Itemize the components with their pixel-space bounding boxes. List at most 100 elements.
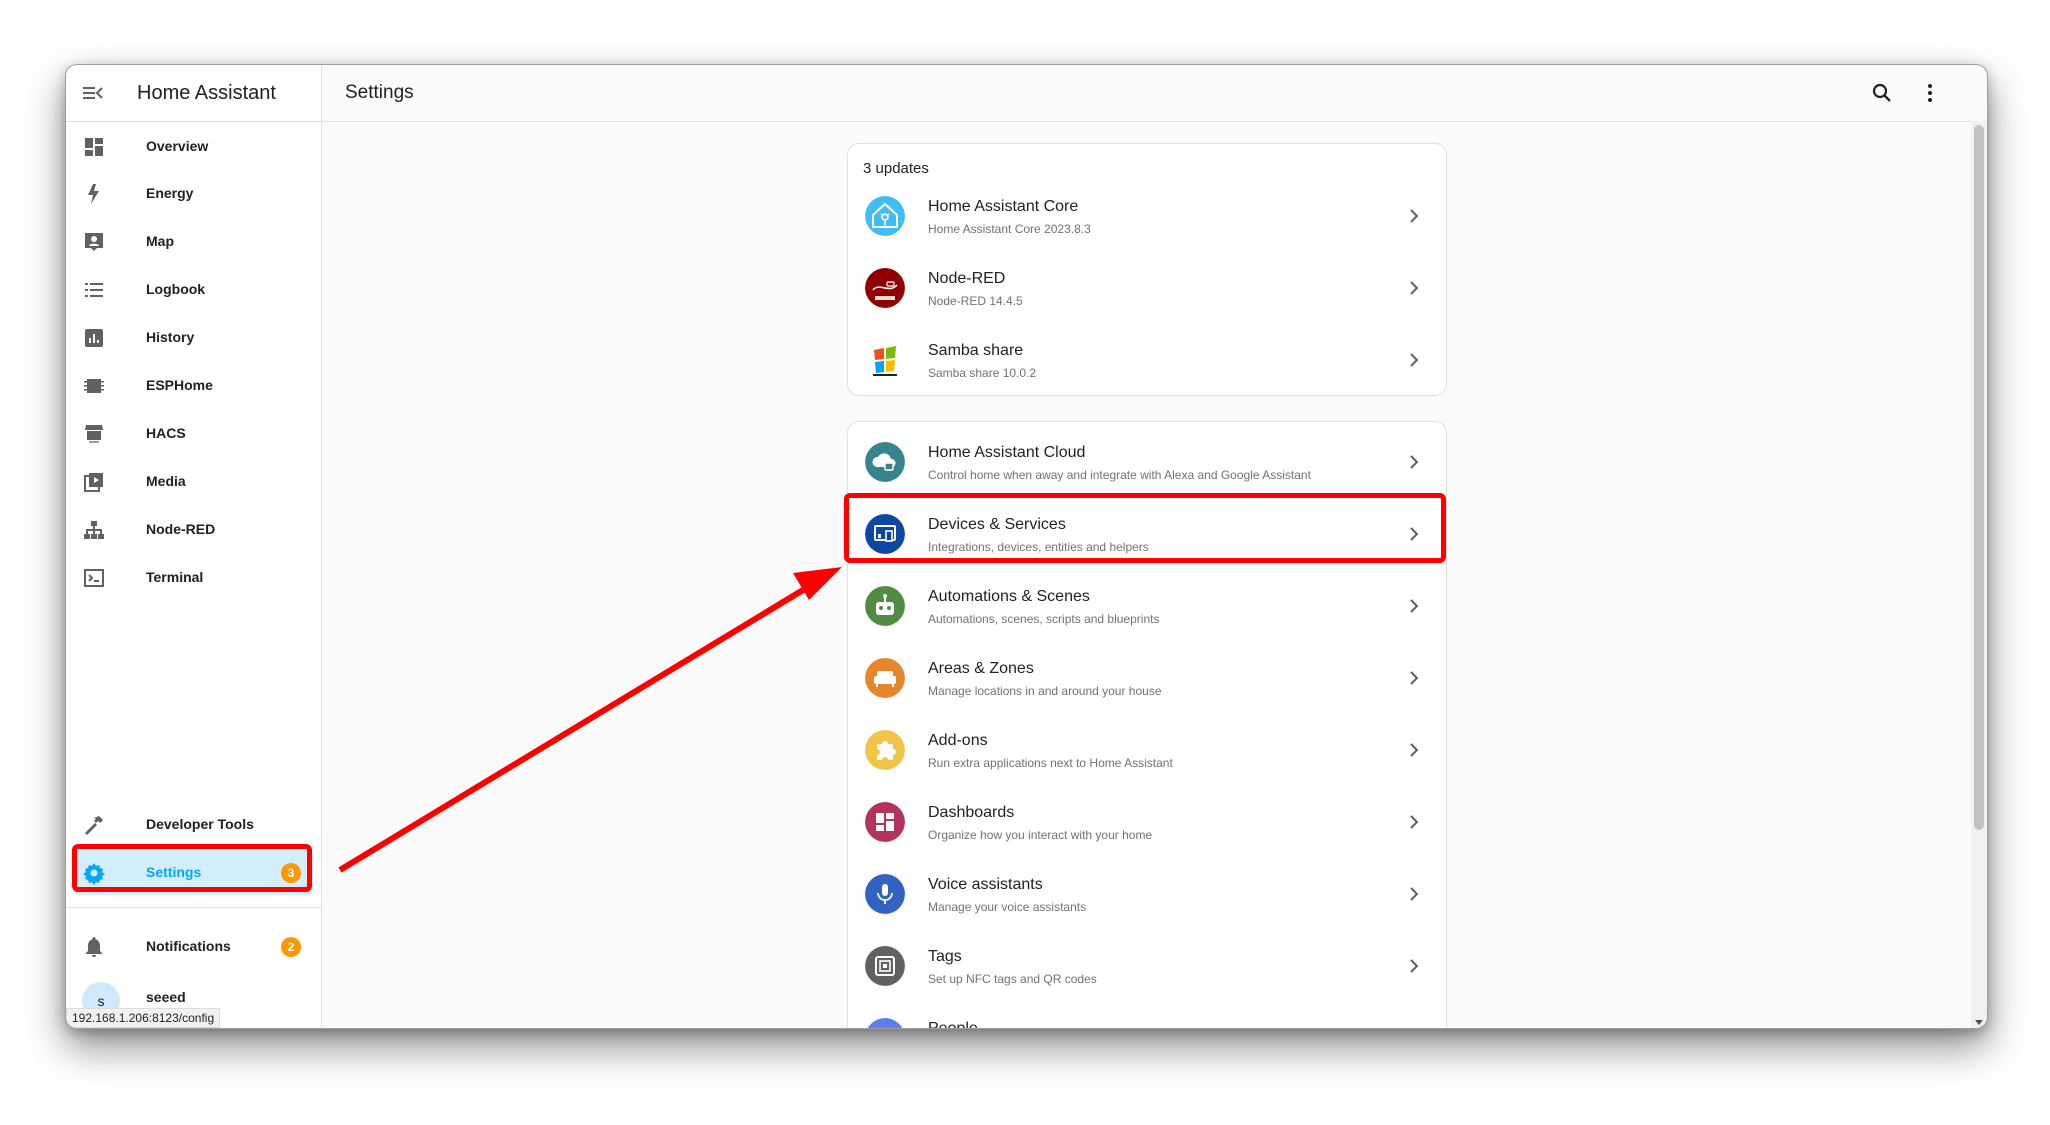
menu-item-title: Voice assistants [928,876,1043,893]
sidebar-item-esphome[interactable]: ESPHome [74,364,313,408]
menu-item-add-ons[interactable]: Add-ons Run extra applications next to H… [848,714,1446,786]
chevron-right-icon [1410,209,1419,223]
menu-collapse-icon[interactable] [82,83,104,103]
chevron-right-icon [1410,599,1419,613]
sidebar-item-label: Terminal [146,569,204,585]
samba-share-logo-icon [865,340,905,380]
bell-icon [86,937,102,957]
esphome-icon [84,379,104,393]
devices-services-highlight-box [844,493,1446,563]
sidebar-item-overview[interactable]: Overview [74,125,313,169]
vertical-scrollbar[interactable] [1971,121,1987,1028]
app-title: Home Assistant [137,82,276,104]
sidebar-item-node-red[interactable]: Node-RED [74,508,313,552]
menu-item-subtitle: Run extra applications next to Home Assi… [928,756,1173,770]
search-icon[interactable] [1870,81,1894,105]
robot-icon [865,586,905,626]
menu-item-title: Automations & Scenes [928,588,1090,605]
sidebar-item-label: Media [146,473,186,489]
settings-content: 3 updates Home Assistant Core Home Assis… [322,122,1971,1028]
chevron-right-icon [1410,455,1419,469]
update-subtitle: Samba share 10.0.2 [928,366,1037,380]
sidebar-item-logbook[interactable]: Logbook [74,268,313,312]
sidebar-item-map[interactable]: Map [74,220,313,264]
menu-item-tags[interactable]: Tags Set up NFC tags and QR codes [848,930,1446,1002]
updates-heading: 3 updates [863,160,929,177]
sidebar-item-label: Node-RED [146,521,216,537]
menu-item-automations-scenes[interactable]: Automations & Scenes Automations, scenes… [848,570,1446,642]
menu-item-subtitle: Control home when away and integrate wit… [928,468,1311,482]
updates-card: 3 updates Home Assistant Core Home Assis… [847,143,1447,396]
sidebar-item-media[interactable]: Media [74,460,313,504]
more-vert-icon[interactable] [1918,81,1942,105]
chevron-right-icon [1410,959,1419,973]
menu-item-areas-zones[interactable]: Areas & Zones Manage locations in and ar… [848,642,1446,714]
menu-item-title: Areas & Zones [928,660,1034,677]
sidebar-item-label: Map [146,233,174,249]
menu-item-title: Dashboards [928,804,1015,821]
sidebar-item-energy[interactable]: Energy [74,172,313,216]
nfc-tag-icon [865,946,905,986]
sidebar-item-developer-tools[interactable]: Developer Tools [74,803,313,847]
menu-item-title: Tags [928,948,962,965]
chevron-right-icon [1410,281,1419,295]
update-title: Samba share [928,342,1024,359]
cloud-lock-icon [865,442,905,482]
notifications-badge: 2 [281,937,301,957]
menu-item-subtitle: Manage locations in and around your hous… [928,684,1162,698]
menu-item-subtitle: Set up NFC tags and QR codes [928,972,1097,986]
sidebar-item-label: Developer Tools [146,816,254,832]
hacs-icon [85,425,103,443]
terminal-icon [84,569,104,587]
update-title: Node-RED [928,270,1006,287]
sidebar-item-label: Notifications [146,938,231,954]
sidebar-item-label: Energy [146,185,194,201]
chevron-right-icon [1410,743,1419,757]
sidebar-item-label: History [146,329,195,345]
menu-item-people[interactable]: People [848,1002,1446,1028]
people-icon [867,1018,903,1028]
menu-item-subtitle: Automations, scenes, scripts and bluepri… [928,612,1160,626]
menu-item-dashboards[interactable]: Dashboards Organize how you interact wit… [848,786,1446,858]
hammer-icon [85,816,103,835]
sidebar-item-notifications[interactable]: Notifications 2 [74,925,313,969]
user-name: seeed [146,989,186,1005]
menu-item-title: Home Assistant Cloud [928,444,1086,461]
dashboard-icon [865,802,905,842]
sidebar-item-label: Logbook [146,281,206,297]
sidebar-divider [66,907,321,908]
top-app-bar: Settings [322,65,1987,122]
sofa-icon [865,658,905,698]
page-title: Settings [345,82,414,103]
microphone-icon [865,874,905,914]
scroll-down-arrow-icon[interactable] [1975,1020,1983,1025]
settings-highlight-box [72,844,312,892]
menu-item-subtitle: Manage your voice assistants [928,900,1087,914]
status-bar-url: 192.168.1.206:8123/config [66,1008,221,1028]
chevron-right-icon [1410,815,1419,829]
update-item-samba-share[interactable]: Samba share Samba share 10.0.2 [848,324,1446,396]
sidebar-item-label: Overview [146,138,209,154]
update-item-home-assistant-core[interactable]: Home Assistant Core Home Assistant Core … [848,180,1446,252]
menu-item-voice-assistants[interactable]: Voice assistants Manage your voice assis… [848,858,1446,930]
history-icon [85,329,103,347]
update-title: Home Assistant Core [928,198,1079,215]
update-item-node-red[interactable]: Node-RED Node-RED 14.4.5 [848,252,1446,324]
update-subtitle: Node-RED 14.4.5 [928,294,1023,308]
menu-item-home-assistant-cloud[interactable]: Home Assistant Cloud Control home when a… [848,426,1446,498]
sidebar-item-hacs[interactable]: HACS [74,412,313,456]
overview-icon [85,138,103,156]
energy-icon [88,184,99,204]
menu-item-title: People [928,1020,978,1028]
sidebar-item-history[interactable]: History [74,316,313,360]
update-subtitle: Home Assistant Core 2023.8.3 [928,222,1091,236]
scrollbar-thumb[interactable] [1974,125,1984,830]
sidebar-header: Home Assistant [66,65,321,122]
map-icon [85,233,103,251]
media-icon [84,473,103,492]
sidebar-item-terminal[interactable]: Terminal [74,556,313,600]
node-red-logo-icon [865,268,905,308]
chevron-right-icon [1410,671,1419,685]
logbook-icon [85,283,103,297]
sidebar-item-label: HACS [146,425,186,441]
